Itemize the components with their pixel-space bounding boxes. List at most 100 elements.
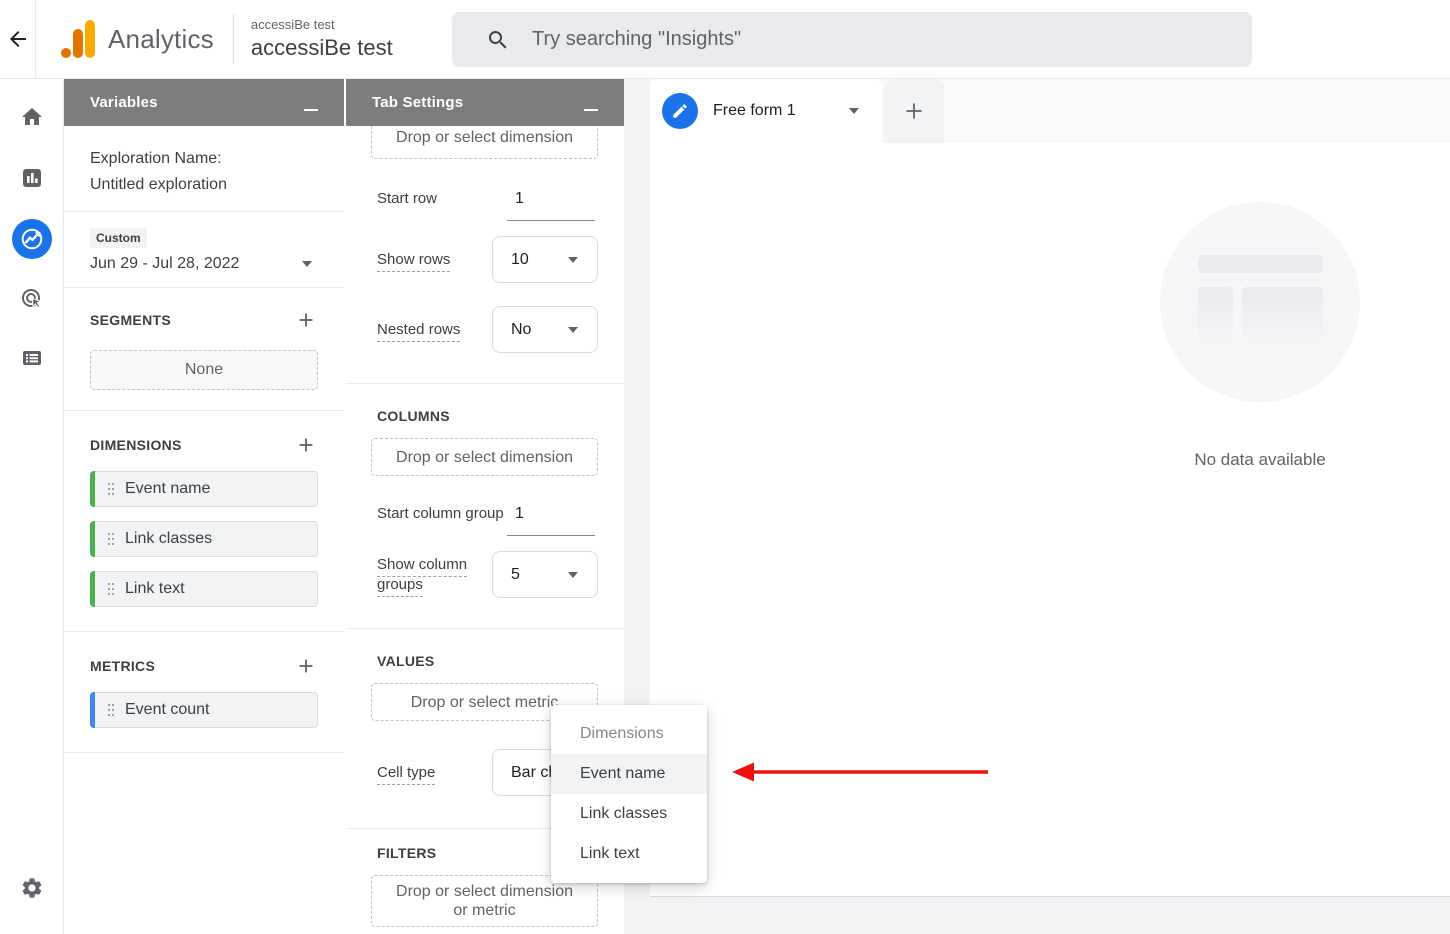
metrics-section: METRICS Event count: [64, 632, 344, 753]
select-caret-icon: [568, 257, 578, 263]
search-icon: [486, 28, 510, 52]
exploration-name-value[interactable]: Untitled exploration: [90, 172, 318, 198]
drag-handle-icon: [108, 704, 110, 706]
variables-panel-header: Variables: [64, 79, 344, 126]
columns-settings-section: COLUMNS Drop or select dimension Start c…: [346, 384, 624, 629]
add-metric-button[interactable]: [294, 654, 318, 678]
nav-home[interactable]: [20, 105, 44, 129]
nested-rows-value: No: [511, 321, 531, 339]
menu-item-event-name[interactable]: Event name: [551, 754, 707, 794]
drag-handle-icon: [108, 533, 110, 535]
plus-icon: [901, 98, 927, 124]
menu-group-header: Dimensions: [551, 714, 707, 754]
plus-icon: [295, 309, 317, 331]
exploration-name-section: Exploration Name: Untitled exploration: [64, 126, 344, 212]
show-rows-label: Show rows: [377, 251, 450, 272]
values-label: VALUES: [371, 629, 598, 669]
columns-dropzone[interactable]: Drop or select dimension: [371, 438, 598, 476]
plus-icon: [295, 434, 317, 456]
no-data-placeholder: No data available: [1160, 202, 1360, 470]
search-placeholder: Try searching "Insights": [532, 28, 741, 51]
nav-reports[interactable]: [20, 166, 44, 190]
columns-label: COLUMNS: [371, 384, 598, 424]
account-name: accessiBe test: [251, 35, 393, 61]
segments-empty-label: None: [185, 361, 223, 379]
select-caret-icon: [568, 572, 578, 578]
filters-dropzone-label: Drop or select dimension or metric: [392, 882, 577, 920]
metrics-label: METRICS: [90, 658, 155, 674]
start-row-label: Start row: [377, 189, 437, 209]
drag-handle-icon: [108, 483, 110, 485]
dimension-chip-label: Event name: [125, 480, 210, 498]
dimension-chip-label: Link classes: [125, 530, 212, 548]
exploration-canvas-area: Free form 1 No data available: [624, 79, 1450, 934]
nav-library[interactable]: [20, 346, 44, 370]
segments-section: SEGMENTS None: [64, 288, 344, 411]
nested-rows-label: Nested rows: [377, 321, 460, 342]
tab-label: Free form 1: [713, 102, 796, 120]
analytics-logo: Analytics: [61, 19, 214, 59]
nested-rows-select[interactable]: No: [492, 306, 598, 353]
advertising-icon: [20, 287, 44, 311]
columns-dropzone-label: Drop or select dimension: [396, 448, 573, 467]
menu-item-link-text[interactable]: Link text: [551, 834, 707, 874]
variables-title: Variables: [90, 94, 158, 111]
show-rows-select[interactable]: 10: [492, 236, 598, 283]
tab-edit-circle: [662, 93, 698, 129]
plus-icon: [295, 655, 317, 677]
variables-panel: Variables Exploration Name: Untitled exp…: [64, 79, 344, 934]
nav-advertising[interactable]: [20, 287, 44, 311]
visualization-tabbar: Free form 1: [650, 79, 1450, 143]
rows-settings-section: Drop or select dimension Start row 1 Sho…: [346, 126, 624, 384]
product-name: Analytics: [108, 24, 214, 55]
dimension-select-menu: Dimensions Event name Link classes Link …: [551, 705, 707, 883]
header-divider: [233, 14, 234, 64]
show-rows-value: 10: [511, 251, 529, 269]
dimension-chip[interactable]: Link text: [90, 571, 318, 607]
pencil-icon: [671, 102, 689, 120]
show-column-groups-select[interactable]: 5: [492, 551, 598, 598]
add-tab-button[interactable]: [884, 79, 944, 143]
search-input[interactable]: Try searching "Insights": [452, 12, 1252, 67]
exploration-name-label: Exploration Name:: [90, 146, 318, 172]
google-analytics-icon: [61, 19, 95, 59]
app-header: Analytics accessiBe test accessiBe test …: [0, 0, 1450, 79]
nav-explore-active[interactable]: [12, 219, 52, 259]
date-range-value: Jun 29 - Jul 28, 2022: [90, 255, 239, 273]
values-dropzone-label: Drop or select metric: [411, 693, 559, 712]
date-custom-badge: Custom: [90, 228, 147, 248]
reports-icon: [20, 166, 44, 190]
variables-minimize-button[interactable]: [304, 109, 318, 111]
date-range-selector[interactable]: Custom Jun 29 - Jul 28, 2022: [64, 212, 344, 288]
start-row-input[interactable]: 1: [507, 190, 595, 221]
tab-settings-panel-header: Tab Settings: [346, 79, 624, 126]
add-segment-button[interactable]: [294, 308, 318, 332]
nav-admin-settings[interactable]: [20, 876, 44, 900]
library-icon: [20, 346, 44, 370]
visualization-canvas: No data available: [650, 143, 1450, 897]
add-dimension-button[interactable]: [294, 433, 318, 457]
cell-type-label: Cell type: [377, 764, 435, 785]
tab-free-form-1[interactable]: Free form 1: [650, 79, 881, 143]
back-arrow-icon: [6, 27, 30, 51]
dimensions-label: DIMENSIONS: [90, 437, 182, 453]
rows-dropzone[interactable]: Drop or select dimension: [371, 126, 598, 159]
gear-icon: [20, 876, 44, 900]
tab-menu-caret-icon[interactable]: [849, 108, 859, 114]
dimension-chip[interactable]: Link classes: [90, 521, 318, 557]
tab-settings-minimize-button[interactable]: [584, 109, 598, 111]
home-icon: [20, 105, 44, 129]
dimension-chip[interactable]: Event name: [90, 471, 318, 507]
left-nav-rail: [0, 79, 64, 934]
menu-item-link-classes[interactable]: Link classes: [551, 794, 707, 834]
segments-empty-dropzone[interactable]: None: [90, 350, 318, 390]
metric-chip[interactable]: Event count: [90, 692, 318, 728]
show-column-groups-label: Show column groups: [377, 556, 467, 597]
drag-handle-icon: [108, 583, 110, 585]
account-switcher[interactable]: accessiBe test accessiBe test: [251, 17, 393, 61]
dimension-chip-label: Link text: [125, 580, 185, 598]
start-column-group-label: Start column group: [377, 504, 504, 524]
show-column-groups-value: 5: [511, 566, 520, 584]
back-button[interactable]: [0, 0, 36, 79]
start-column-group-input[interactable]: 1: [507, 505, 595, 536]
